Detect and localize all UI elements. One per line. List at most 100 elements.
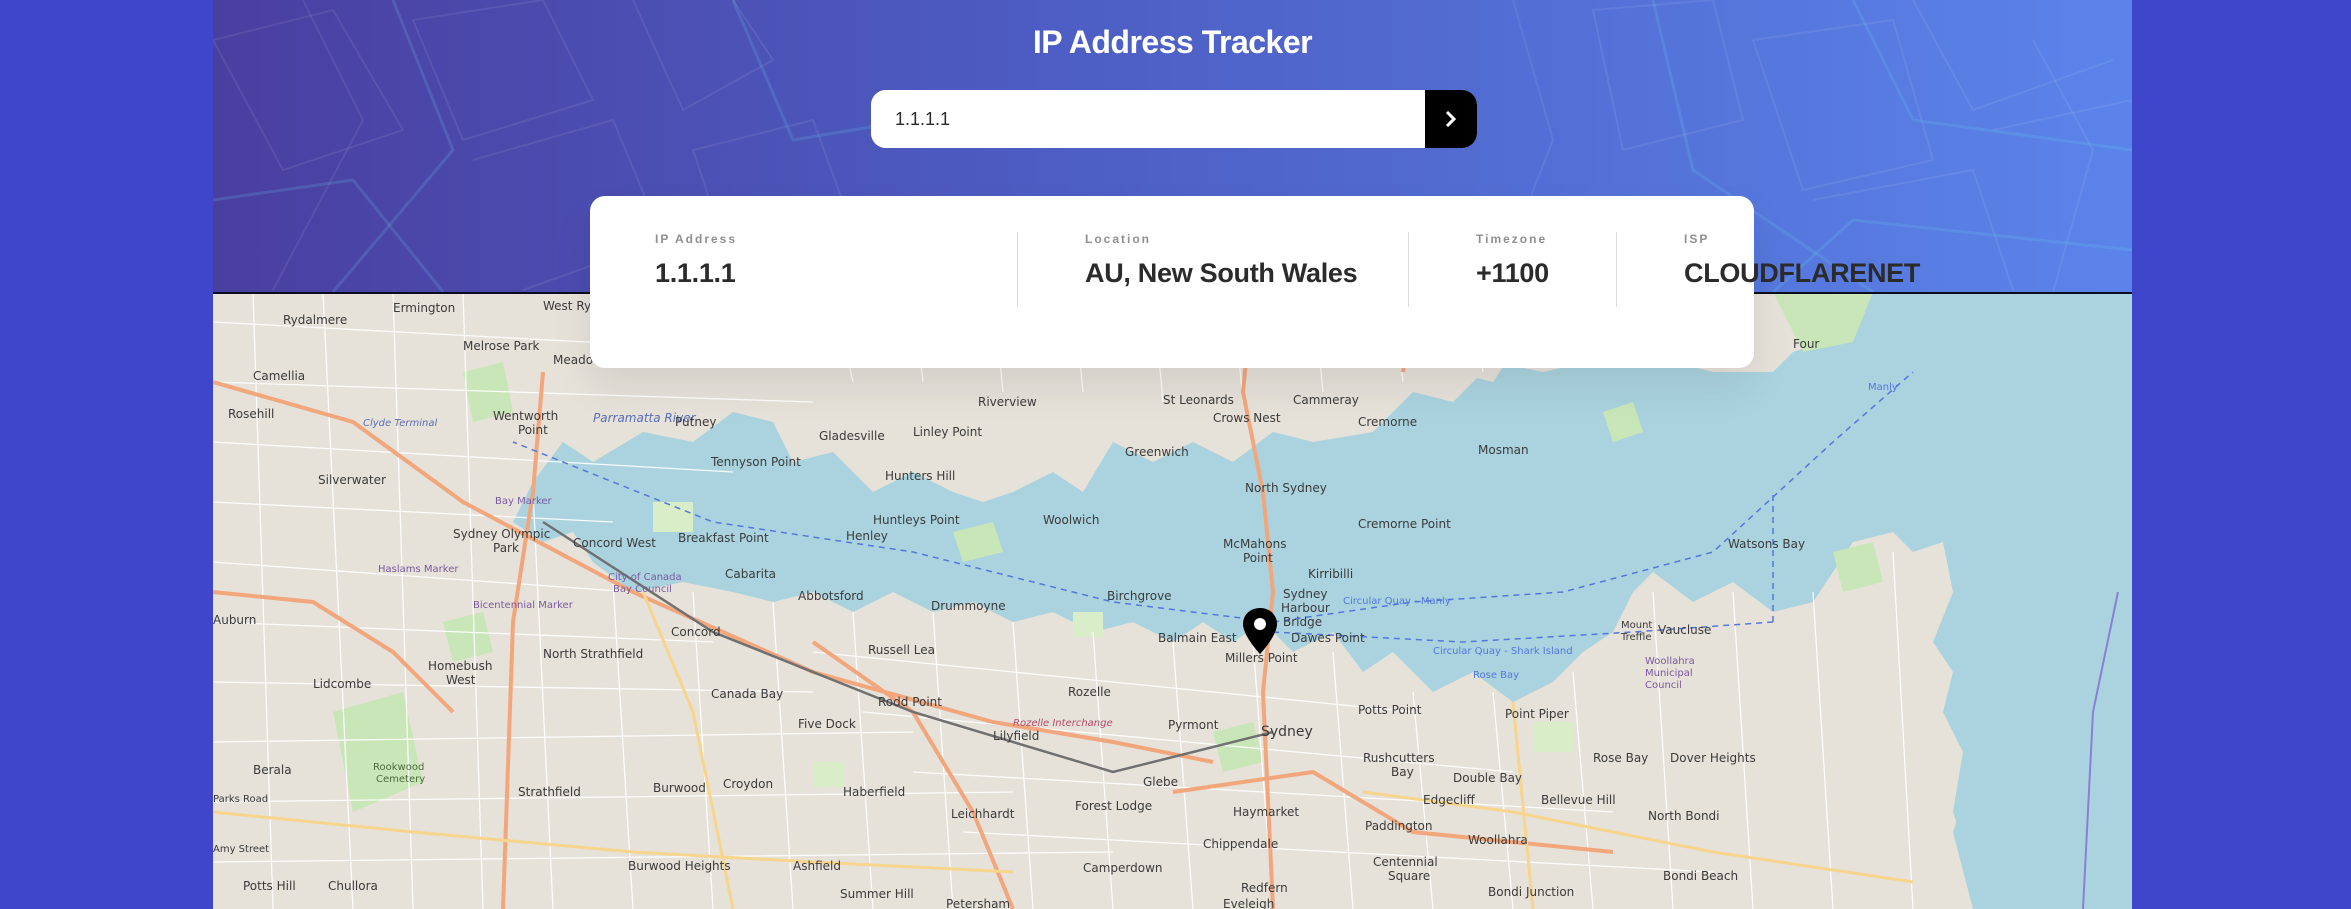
svg-text:Square: Square	[1388, 869, 1430, 883]
svg-text:Redfern: Redfern	[1241, 881, 1288, 895]
svg-text:Point: Point	[518, 423, 548, 437]
svg-text:Parks Road: Parks Road	[213, 794, 268, 805]
svg-text:Five Dock: Five Dock	[798, 717, 856, 731]
svg-text:Cremorne: Cremorne	[1358, 415, 1417, 429]
ip-address-stat: IP Address 1.1.1.1	[655, 232, 737, 289]
svg-text:Double Bay: Double Bay	[1453, 771, 1522, 785]
svg-text:Lidcombe: Lidcombe	[313, 677, 371, 691]
svg-text:Amy Street: Amy Street	[213, 844, 269, 855]
ip-address-value: 1.1.1.1	[655, 258, 736, 288]
svg-text:City of Canada: City of Canada	[608, 572, 682, 583]
svg-text:Circular Quay - Manly: Circular Quay - Manly	[1343, 596, 1451, 607]
svg-text:Greenwich: Greenwich	[1125, 445, 1189, 459]
svg-text:North Strathfield: North Strathfield	[543, 647, 643, 661]
svg-text:Bellevue Hill: Bellevue Hill	[1541, 793, 1616, 807]
svg-text:Bondi Junction: Bondi Junction	[1488, 885, 1574, 899]
svg-text:Rozelle: Rozelle	[1068, 685, 1111, 699]
svg-text:Point Piper: Point Piper	[1505, 707, 1569, 721]
svg-text:Chippendale: Chippendale	[1203, 837, 1278, 851]
svg-text:Canada Bay: Canada Bay	[711, 687, 783, 701]
svg-text:Henley: Henley	[846, 529, 888, 543]
svg-text:Woollahra: Woollahra	[1468, 833, 1528, 847]
ip-address-label: IP Address	[655, 232, 738, 246]
svg-text:Circular Quay - Shark Island: Circular Quay - Shark Island	[1433, 646, 1573, 657]
svg-text:Sydney Olympic: Sydney Olympic	[453, 527, 550, 541]
svg-text:West: West	[446, 673, 476, 687]
timezone-label: Timezone	[1476, 232, 1548, 246]
divider	[1408, 232, 1409, 307]
svg-text:Rookwood: Rookwood	[373, 762, 424, 773]
svg-text:Hunters Hill: Hunters Hill	[885, 469, 955, 483]
svg-text:Bridge: Bridge	[1283, 615, 1322, 629]
svg-text:Sydney: Sydney	[1283, 587, 1327, 601]
svg-text:Balmain East: Balmain East	[1158, 631, 1237, 645]
svg-text:Auburn: Auburn	[213, 613, 256, 627]
svg-text:Eveleigh: Eveleigh	[1223, 897, 1274, 909]
timezone-stat: Timezone +1100	[1476, 232, 1549, 289]
svg-text:St Leonards: St Leonards	[1163, 393, 1234, 407]
map-view[interactable]: Ermington Rydalmere West Ryde Melrose Pa…	[213, 292, 2132, 909]
svg-text:Croydon: Croydon	[723, 777, 773, 791]
svg-text:Crows Nest: Crows Nest	[1213, 411, 1281, 425]
svg-text:Council: Council	[1645, 680, 1682, 691]
svg-text:Concord: Concord	[671, 625, 721, 639]
svg-text:McMahons: McMahons	[1223, 537, 1286, 551]
svg-text:Breakfast Point: Breakfast Point	[678, 531, 769, 545]
svg-text:Strathfield: Strathfield	[518, 785, 581, 799]
divider	[1616, 232, 1617, 307]
svg-text:Dover Heights: Dover Heights	[1670, 751, 1756, 765]
ip-info-card: IP Address 1.1.1.1 Location AU, New Sout…	[590, 196, 1920, 368]
svg-text:Rozelle Interchange: Rozelle Interchange	[1013, 718, 1113, 729]
svg-text:Leichhardt: Leichhardt	[951, 807, 1015, 821]
svg-text:Manly: Manly	[1868, 382, 1898, 393]
svg-text:Bay Council: Bay Council	[613, 584, 672, 595]
svg-text:Clyde Terminal: Clyde Terminal	[363, 418, 437, 429]
svg-text:Linley Point: Linley Point	[913, 425, 982, 439]
isp-label: ISP	[1684, 232, 1710, 246]
svg-text:Birchgrove: Birchgrove	[1107, 589, 1172, 603]
svg-text:Summer Hill: Summer Hill	[840, 887, 914, 901]
svg-text:Tennyson Point: Tennyson Point	[710, 455, 801, 469]
location-stat: Location AU, New South Wales	[1085, 232, 1358, 289]
isp-value: CLOUDFLARENET	[1684, 258, 1921, 288]
svg-text:Pyrmont: Pyrmont	[1168, 718, 1219, 732]
svg-text:Forest Lodge: Forest Lodge	[1075, 799, 1152, 813]
svg-text:Putney: Putney	[675, 415, 716, 429]
svg-text:Russell Lea: Russell Lea	[868, 643, 935, 657]
svg-text:Concord West: Concord West	[573, 536, 656, 550]
page-title: IP Address Tracker	[1032, 24, 1313, 60]
svg-text:Kirribilli: Kirribilli	[1308, 567, 1353, 581]
svg-text:Cabarita: Cabarita	[725, 567, 776, 581]
svg-text:Sydney: Sydney	[1261, 724, 1313, 740]
svg-text:Woolwich: Woolwich	[1043, 513, 1100, 527]
svg-text:Rosehill: Rosehill	[228, 407, 274, 421]
svg-text:Glebe: Glebe	[1143, 775, 1178, 789]
svg-text:Homebush: Homebush	[428, 659, 493, 673]
svg-text:Centennial: Centennial	[1373, 855, 1438, 869]
svg-text:Municipal: Municipal	[1645, 668, 1693, 679]
svg-text:Berala: Berala	[253, 763, 292, 777]
svg-text:Potts Point: Potts Point	[1358, 703, 1422, 717]
ip-search-input[interactable]	[871, 90, 1425, 148]
svg-text:Four: Four	[1793, 337, 1819, 351]
svg-text:North Bondi: North Bondi	[1648, 809, 1720, 823]
svg-text:Burwood: Burwood	[653, 781, 706, 795]
svg-text:Petersham: Petersham	[946, 897, 1010, 909]
svg-text:Millers Point: Millers Point	[1225, 651, 1298, 665]
isp-stat: ISP CLOUDFLARENET	[1684, 232, 1920, 289]
timezone-value: +1100	[1476, 258, 1549, 288]
chevron-right-icon	[1445, 111, 1457, 127]
location-label: Location	[1085, 232, 1151, 246]
svg-text:Harbour: Harbour	[1281, 601, 1330, 615]
svg-text:Watsons Bay: Watsons Bay	[1728, 537, 1805, 551]
location-value: AU, New South Wales	[1085, 258, 1358, 288]
svg-text:Edgecliff: Edgecliff	[1423, 793, 1475, 807]
svg-text:Gladesville: Gladesville	[819, 429, 885, 443]
svg-text:Rydalmere: Rydalmere	[283, 313, 347, 327]
svg-text:Haslams Marker: Haslams Marker	[378, 564, 459, 575]
search-submit-button[interactable]	[1425, 90, 1477, 148]
svg-text:Haymarket: Haymarket	[1233, 805, 1299, 819]
svg-text:Mosman: Mosman	[1478, 443, 1529, 457]
svg-text:Lilyfield: Lilyfield	[993, 729, 1039, 743]
svg-text:Drummoyne: Drummoyne	[931, 599, 1006, 613]
